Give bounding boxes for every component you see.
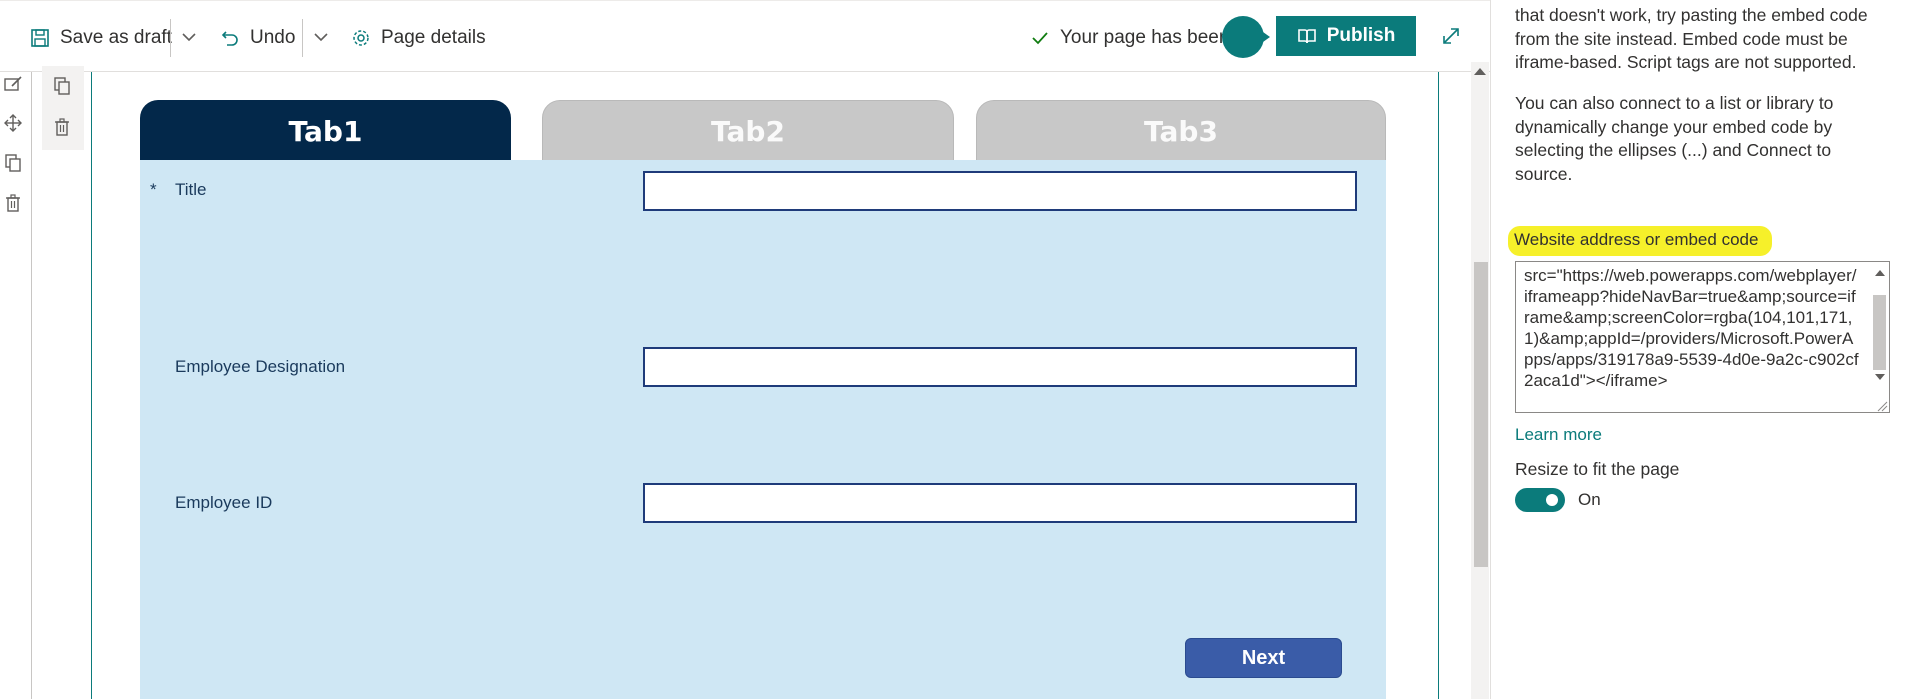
toggle-knob [1546,494,1558,506]
scroll-down-arrow-icon[interactable] [1874,372,1886,382]
teaching-bubble-pointer [1256,27,1270,47]
checkmark-icon [1032,32,1048,45]
delete-icon[interactable] [3,193,23,213]
canvas-scrollbar-thumb[interactable] [1474,262,1488,567]
toolbar-divider [302,19,303,57]
tab-label: Tab2 [711,114,785,148]
save-as-draft-button[interactable]: Save as draft [30,23,172,53]
expand-icon[interactable] [1441,26,1461,46]
edit-icon[interactable] [3,74,23,94]
tab-2[interactable]: Tab2 [542,100,954,162]
required-marker: * [150,180,157,199]
connect-help-text: You can also connect to a list or librar… [1515,93,1834,184]
page-details-button[interactable]: Page details [351,23,486,53]
tab-3[interactable]: Tab3 [976,100,1386,162]
web-part-border [91,72,92,699]
chevron-down-icon[interactable] [179,27,199,47]
web-part-border [1438,72,1439,699]
embed-code-label: Website address or embed code [1514,230,1759,249]
save-status-text: Your page has been s [1060,27,1245,48]
save-status: Your page has been s [1030,23,1244,53]
move-icon[interactable] [3,113,23,133]
title-input[interactable] [643,171,1357,211]
delete-icon[interactable] [52,117,72,137]
undo-icon [221,31,238,46]
resize-to-fit-label: Resize to fit the page [1515,459,1680,479]
book-icon [1297,29,1316,44]
toggle-state-text: On [1578,490,1601,509]
duplicate-icon[interactable] [3,153,23,173]
next-button[interactable]: Next [1185,638,1342,678]
chevron-down-icon[interactable] [311,27,331,47]
employee-designation-input[interactable] [643,347,1357,387]
duplicate-icon[interactable] [52,76,72,96]
textarea-scrollbar-thumb[interactable] [1873,295,1886,370]
publish-button[interactable]: Publish [1276,16,1416,56]
tab-label: Tab1 [288,114,363,148]
publish-label: Publish [1326,25,1396,46]
scroll-up-arrow-icon[interactable] [1474,68,1486,75]
learn-more-link[interactable]: Learn more [1515,425,1602,445]
resize-grip-icon[interactable] [1876,400,1888,412]
title-label: Title [175,180,207,199]
employee-id-label: Employee ID [175,493,273,512]
undo-button[interactable]: Undo [220,23,295,53]
employee-id-input[interactable] [643,483,1357,523]
page-details-label: Page details [381,27,486,48]
tab-label: Tab3 [1144,114,1218,148]
form-panel [140,160,1386,699]
save-as-draft-label: Save as draft [60,27,172,48]
embed-help-text: that doesn't work, try pasting the embed… [1515,5,1868,72]
tab-1[interactable]: Tab1 [140,100,511,162]
embed-code-value[interactable]: src="https://web.powerapps.com/webplayer… [1524,265,1860,391]
undo-label: Undo [250,27,296,48]
gear-icon [353,30,369,46]
save-icon [31,29,49,47]
toolbar-divider [170,19,171,57]
employee-designation-label: Employee Designation [175,357,346,376]
scroll-up-arrow-icon[interactable] [1874,268,1886,278]
